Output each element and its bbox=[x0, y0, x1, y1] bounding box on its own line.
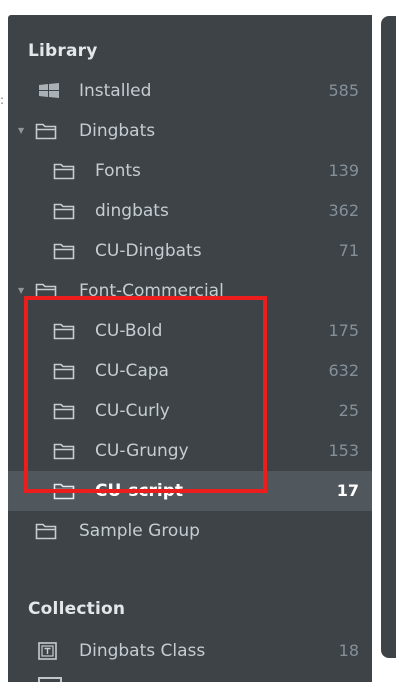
folder-icon bbox=[53, 363, 75, 380]
item-count: 175 bbox=[328, 321, 359, 340]
folder-icon bbox=[53, 243, 75, 260]
collection-item-dingbats-class[interactable]: Dingbats Class 18 bbox=[8, 631, 372, 671]
sidebar-item-label: Dingbats Class bbox=[79, 641, 206, 661]
item-count: 18 bbox=[338, 641, 359, 660]
sidebar-item-label: Dingbats bbox=[79, 121, 156, 141]
item-count: 139 bbox=[328, 161, 359, 180]
folder-icon bbox=[35, 283, 57, 300]
item-count: 632 bbox=[328, 361, 359, 380]
folder-icon bbox=[53, 483, 75, 500]
folder-icon bbox=[53, 323, 75, 340]
sidebar-item-cu-curly[interactable]: CU-Curly 25 bbox=[8, 391, 372, 431]
sidebar-item-label: dingbats bbox=[95, 201, 169, 221]
item-count: 17 bbox=[336, 481, 359, 500]
sidebar-item-installed[interactable]: Installed 585 bbox=[8, 71, 372, 111]
item-count: 362 bbox=[328, 201, 359, 220]
sidebar-item-label: Sample Group bbox=[79, 521, 200, 541]
folder-icon bbox=[53, 403, 75, 420]
folder-icon bbox=[53, 443, 75, 460]
item-count: 585 bbox=[328, 81, 359, 100]
scrollbar[interactable] bbox=[381, 16, 396, 658]
sidebar-item-cu-capa[interactable]: CU-Capa 632 bbox=[8, 351, 372, 391]
sidebar-item-sample-group[interactable]: Sample Group bbox=[8, 511, 372, 551]
sidebar-item-font-commercial[interactable]: ▼ Font-Commercial bbox=[8, 271, 372, 311]
sidebar-item-label: CU-Curly bbox=[95, 401, 170, 421]
sidebar-item-label: CU-script bbox=[95, 481, 184, 501]
sidebar-item-label: Installed bbox=[79, 81, 152, 101]
partial-next-item-icon bbox=[38, 677, 62, 682]
sidebar-item-label: Fonts bbox=[95, 161, 141, 181]
item-count: 25 bbox=[338, 401, 359, 420]
sidebar-item-cu-grungy[interactable]: CU-Grungy 153 bbox=[8, 431, 372, 471]
sidebar-item-cu-script[interactable]: CU-script 17 bbox=[8, 471, 372, 511]
folder-icon bbox=[35, 523, 57, 540]
sidebar-item-cu-bold[interactable]: CU-Bold 175 bbox=[8, 311, 372, 351]
sidebar-item-fonts[interactable]: Fonts 139 bbox=[8, 151, 372, 191]
sidebar-item-label: CU-Grungy bbox=[95, 441, 189, 461]
expand-arrow-icon[interactable]: ▼ bbox=[18, 271, 28, 311]
item-count: 153 bbox=[328, 441, 359, 460]
expand-arrow-icon[interactable]: ▼ bbox=[18, 111, 28, 151]
sidebar-item-dingbats[interactable]: ▼ Dingbats bbox=[8, 111, 372, 151]
sidebar-item-label: CU-Bold bbox=[95, 321, 163, 341]
windows-icon bbox=[39, 83, 59, 98]
folder-icon bbox=[35, 123, 57, 140]
item-count: 71 bbox=[338, 241, 359, 260]
font-class-icon bbox=[38, 642, 57, 660]
collection-heading: Collection bbox=[28, 599, 126, 619]
sidebar-item-dingbats-sub[interactable]: dingbats 362 bbox=[8, 191, 372, 231]
sidebar-item-label: CU-Dingbats bbox=[95, 241, 202, 261]
sidebar-item-label: CU-Capa bbox=[95, 361, 169, 381]
folder-icon bbox=[53, 163, 75, 180]
stray-mark: : bbox=[0, 93, 5, 107]
library-heading: Library bbox=[28, 41, 98, 61]
sidebar-panel: Library Installed 585 ▼ Dingbats Fonts 1… bbox=[8, 15, 372, 682]
folder-icon bbox=[53, 203, 75, 220]
sidebar-item-label: Font-Commercial bbox=[79, 281, 224, 301]
sidebar-item-cu-dingbats[interactable]: CU-Dingbats 71 bbox=[8, 231, 372, 271]
